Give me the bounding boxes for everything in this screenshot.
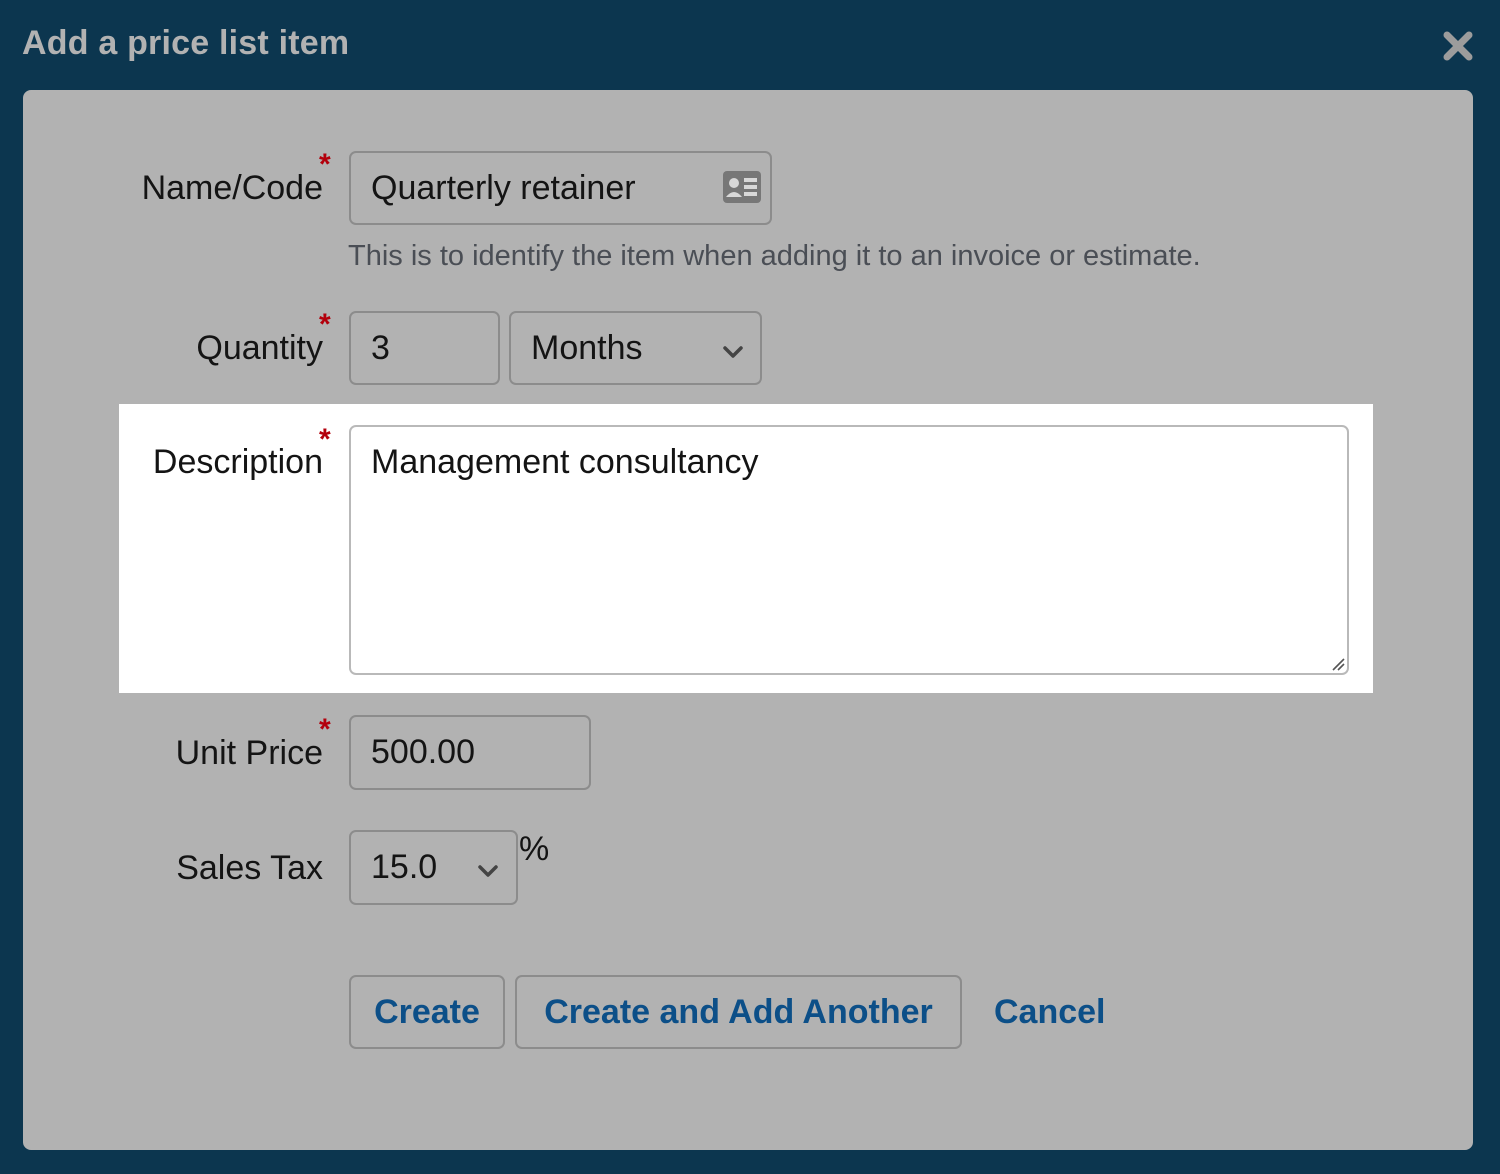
- quantity-unit-select[interactable]: Months: [509, 311, 762, 385]
- unit-price-value: 500.00: [371, 733, 475, 771]
- quantity-input[interactable]: 3: [349, 311, 500, 385]
- sales-tax-select[interactable]: 15.0: [349, 830, 518, 905]
- name-code-value: Quarterly retainer: [371, 168, 636, 207]
- sales-tax-percent-suffix: %: [519, 830, 550, 868]
- sales-tax-label: Sales Tax: [176, 849, 323, 887]
- description-label: Description: [152, 443, 323, 481]
- description-value: Management consultancy: [371, 443, 759, 481]
- unit-price-required-mark: *: [319, 713, 331, 746]
- cancel-link[interactable]: Cancel: [994, 993, 1106, 1032]
- chevron-down-icon: [723, 346, 743, 358]
- dialog-title: Add a price list item: [22, 24, 350, 62]
- quantity-unit-value: Months: [531, 328, 643, 367]
- sales-tax-value: 15.0: [371, 848, 438, 886]
- unit-price-label: Unit Price: [175, 734, 323, 772]
- name-code-hint: This is to identify the item when adding…: [348, 240, 1201, 272]
- name-code-input[interactable]: Quarterly retainer: [349, 151, 772, 225]
- description-textarea[interactable]: Management consultancy: [349, 425, 1349, 675]
- quantity-required-mark: *: [319, 308, 331, 341]
- contact-card-icon[interactable]: [722, 169, 762, 214]
- chevron-down-icon: [478, 865, 498, 877]
- quantity-label: Quantity: [196, 329, 323, 367]
- close-icon[interactable]: [1440, 28, 1476, 64]
- dialog-body: Name/Code * Quarterly retainer This is t…: [23, 90, 1473, 1150]
- create-button[interactable]: Create: [349, 975, 505, 1049]
- name-code-label: Name/Code: [141, 169, 323, 207]
- unit-price-input[interactable]: 500.00: [349, 715, 591, 790]
- name-required-mark: *: [319, 148, 331, 181]
- quantity-value: 3: [371, 328, 390, 367]
- description-required-mark: *: [319, 423, 331, 456]
- resize-grip-icon[interactable]: [1329, 655, 1345, 671]
- create-and-add-another-button[interactable]: Create and Add Another: [515, 975, 962, 1049]
- dialog-header: Add a price list item: [0, 0, 1500, 90]
